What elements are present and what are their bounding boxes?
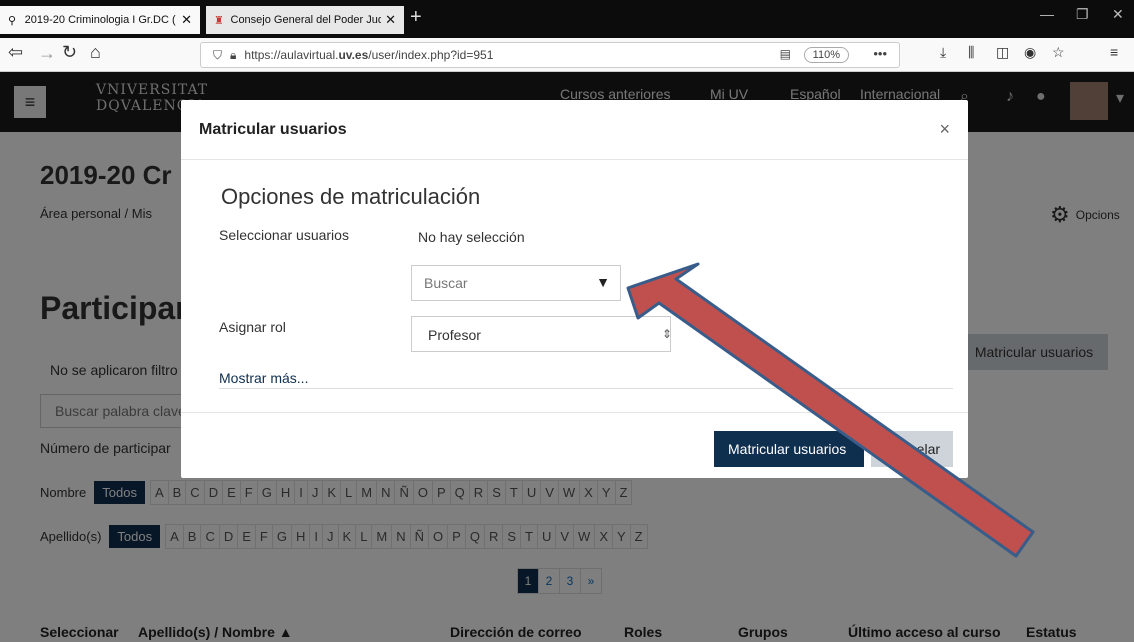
moodle-tab-icon: ⚲: [8, 15, 17, 27]
select-users-label: Seleccionar usuarios: [219, 227, 349, 243]
browser-navbar: ⇦ → ↻ ⌂ ⛉ 🔒︎ https://aulavirtual.uv.es/u…: [0, 38, 1134, 72]
close-tab-icon[interactable]: ✕: [385, 12, 396, 28]
account-icon[interactable]: ◉: [1024, 44, 1036, 61]
dropdown-triangle-icon[interactable]: ▼: [596, 274, 610, 290]
url-text: https://aulavirtual.uv.es/user/index.php…: [244, 48, 494, 62]
crest-tab-icon: ♜: [214, 15, 224, 27]
enrol-users-submit-button[interactable]: Matricular usuarios: [714, 431, 864, 467]
shield-icon: ⛉: [213, 47, 223, 62]
tab-title: Consejo General del Poder Judi: [230, 14, 382, 26]
home-icon[interactable]: ⌂: [90, 42, 101, 63]
enrol-users-modal: Matricular usuarios × Opciones de matric…: [181, 100, 968, 478]
browser-tab-consejo[interactable]: ♜ Consejo General del Poder Judi ✕: [206, 6, 404, 34]
new-tab-button[interactable]: +: [410, 6, 422, 29]
tab-title: 2019-20 Criminologia I Gr.DC (: [24, 14, 176, 26]
no-selection-text: No hay selección: [418, 229, 525, 245]
user-search-input[interactable]: Buscar ▼: [411, 265, 621, 301]
maximize-icon[interactable]: ❐: [1076, 6, 1089, 23]
cancel-button[interactable]: Cancelar: [871, 431, 953, 467]
close-icon[interactable]: ×: [939, 119, 950, 140]
divider: [219, 388, 953, 389]
close-window-icon[interactable]: ✕: [1112, 6, 1124, 23]
reload-icon[interactable]: ↻: [62, 42, 77, 63]
zoom-badge[interactable]: 110%: [803, 47, 849, 63]
library-icon[interactable]: ⫼: [968, 44, 974, 61]
lock-icon: 🔒︎: [230, 47, 237, 62]
browser-tab-criminologia[interactable]: ⚲ 2019-20 Criminologia I Gr.DC ( ✕: [0, 6, 200, 34]
minimize-icon[interactable]: —: [1040, 6, 1054, 22]
browser-tabbar: ⚲ 2019-20 Criminologia I Gr.DC ( ✕ ♜ Con…: [0, 0, 1134, 38]
back-icon[interactable]: ⇦: [8, 42, 23, 63]
close-tab-icon[interactable]: ✕: [181, 12, 192, 28]
modal-footer: Matricular usuarios Cancelar: [181, 412, 968, 478]
modal-header: Matricular usuarios ×: [181, 100, 968, 160]
menu-icon[interactable]: ≡: [1110, 44, 1118, 60]
forward-icon[interactable]: →: [38, 43, 56, 64]
role-select[interactable]: Profesor ⇕: [411, 316, 672, 352]
download-icon[interactable]: ⤓: [940, 44, 946, 61]
assign-role-label: Asignar rol: [219, 319, 286, 335]
select-arrows-icon: ⇕: [661, 327, 672, 341]
sidebar-icon[interactable]: ◫: [996, 44, 1009, 61]
page-actions-icon[interactable]: •••: [873, 46, 887, 61]
reader-icon[interactable]: ▤: [780, 47, 791, 61]
modal-title: Matricular usuarios: [199, 121, 347, 138]
url-bar[interactable]: ⛉ 🔒︎ https://aulavirtual.uv.es/user/inde…: [200, 42, 900, 68]
bookmark-icon[interactable]: ☆: [1052, 44, 1065, 61]
enrol-options-title: Opciones de matriculación: [221, 184, 481, 209]
show-more-link[interactable]: Mostrar más...: [219, 370, 308, 386]
